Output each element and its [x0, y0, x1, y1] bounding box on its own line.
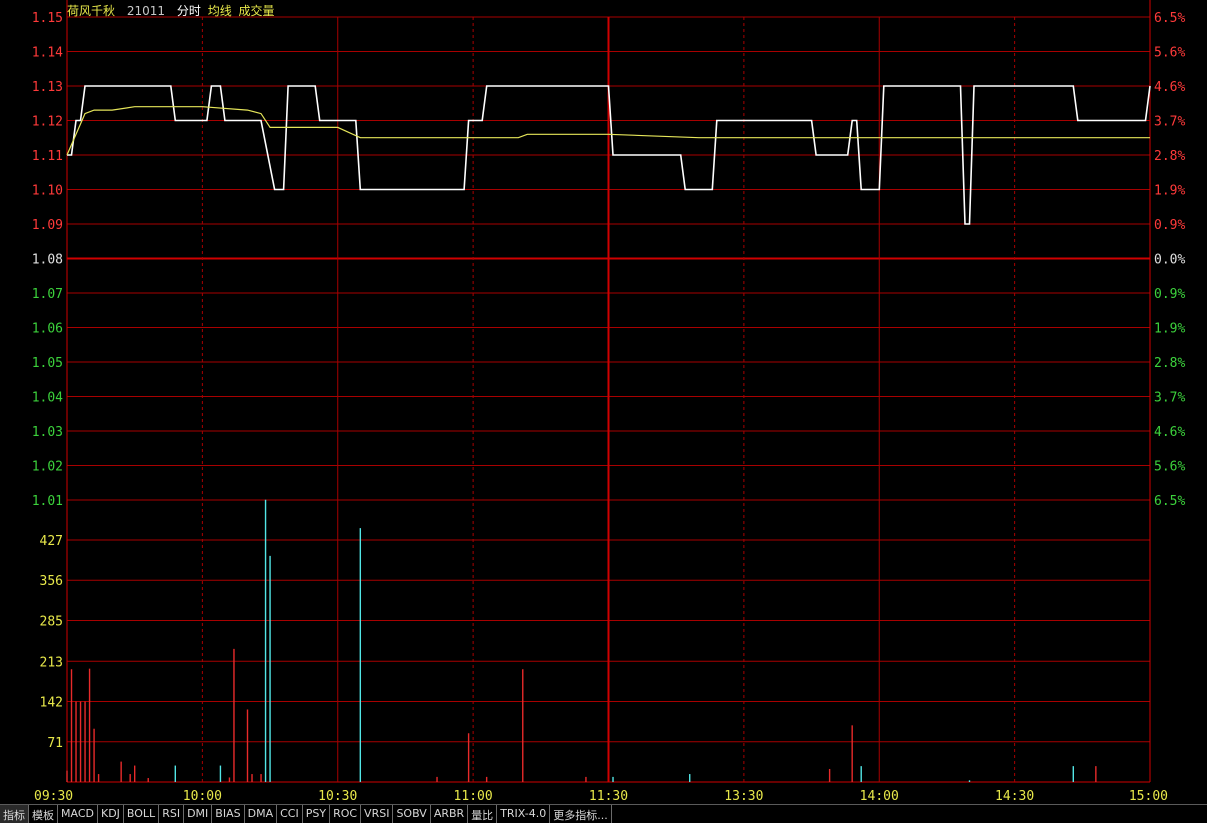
price-tick-label: 1.10 — [32, 184, 63, 199]
indicator-tab[interactable]: 更多指标... — [550, 805, 612, 823]
price-tick-label: 1.07 — [32, 287, 63, 302]
volume-tick-label: 285 — [40, 614, 63, 629]
percent-tick-label: 2.8% — [1154, 149, 1185, 164]
volume-axis: 427 356 285 213 142 71 — [40, 534, 63, 751]
indicator-tab[interactable]: RSI — [159, 805, 185, 823]
price-tick-label: 1.13 — [32, 80, 63, 95]
indicator-tab[interactable]: TRIX-4.0 — [497, 805, 551, 823]
percent-tick-label: 4.6% — [1154, 425, 1185, 440]
time-tick-label: 14:30 — [995, 789, 1034, 804]
indicator-tab[interactable]: VRSI — [361, 805, 394, 823]
indicator-tab-bar: 指标 模板 MACD KDJ BOLL RSI DMI BIAS DMA CCI PSY ROC VRS… — [0, 804, 1207, 823]
price-tick-label: 1.08 — [32, 253, 63, 268]
indicator-tab[interactable]: CCI — [277, 805, 303, 823]
percent-tick-label: 6.5% — [1154, 494, 1185, 509]
stock-code: 21011 — [126, 4, 166, 18]
indicator-tab[interactable]: ARBR — [431, 805, 469, 823]
volume-tick-label: 213 — [40, 655, 63, 670]
time-tick-label: 10:30 — [318, 789, 357, 804]
time-tick-label: 10:00 — [183, 789, 222, 804]
price-tick-label: 1.11 — [32, 149, 63, 164]
chart-title: 荷风千秋 21011 分时 均线 成交量 — [67, 2, 283, 19]
percent-tick-label: 6.5% — [1154, 11, 1185, 26]
time-tick-label: 09:30 — [34, 789, 73, 804]
price-tick-label: 1.06 — [32, 322, 63, 337]
indicator-tab[interactable]: 指标 — [0, 805, 29, 823]
time-tick-label: 15:00 — [1129, 789, 1168, 804]
indicator-tab[interactable]: KDJ — [98, 805, 124, 823]
time-tick-label: 13:30 — [724, 789, 763, 804]
time-tick-label: 11:30 — [589, 789, 628, 804]
stock-name: 荷风千秋 — [67, 4, 116, 18]
left-price-axis: 1.15 1.14 1.13 1.12 1.11 1.10 1.09 1.08 1.07 1.06… — [32, 11, 63, 509]
time-tick-label: 14:00 — [860, 789, 899, 804]
percent-tick-label: 3.7% — [1154, 115, 1185, 130]
percent-tick-label: 5.6% — [1154, 46, 1185, 61]
indicator-tab[interactable]: 量比 — [468, 805, 498, 823]
price-tick-label: 1.03 — [32, 425, 63, 440]
price-tick-label: 1.12 — [32, 115, 63, 130]
right-percent-axis: 6.5% 5.6% 4.6% 3.7% 2.8% 1.9% 0.9% 0.0% 0.9% 1.9%… — [1154, 11, 1185, 509]
label-time: 分时 — [176, 4, 201, 18]
percent-tick-label: 0.9% — [1154, 218, 1185, 233]
label-volume: 成交量 — [238, 4, 275, 18]
percent-tick-label: 0.0% — [1154, 253, 1185, 268]
time-axis: 09:30 10:00 10:30 11:00 11:30 13:30 14:00 14:30… — [34, 789, 1168, 804]
indicator-tab[interactable]: ROC — [330, 805, 362, 823]
indicator-tab[interactable]: PSY — [303, 805, 331, 823]
percent-tick-label: 5.6% — [1154, 460, 1185, 475]
percent-tick-label: 1.9% — [1154, 322, 1185, 337]
volume-tick-label: 71 — [47, 736, 63, 751]
indicator-tab[interactable]: BOLL — [124, 805, 160, 823]
indicator-tab[interactable]: DMI — [184, 805, 213, 823]
intraday-chart[interactable]: 1.15 1.14 1.13 1.12 1.11 1.10 1.09 1.08 1.07 1.06… — [0, 0, 1207, 804]
label-avg: 均线 — [207, 4, 232, 18]
indicator-tab[interactable]: BIAS — [212, 805, 245, 823]
price-tick-label: 1.05 — [32, 356, 63, 371]
grid-lines — [66, 0, 1151, 783]
price-tick-label: 1.01 — [32, 494, 63, 509]
indicator-tab[interactable]: MACD — [58, 805, 98, 823]
volume-tick-label: 356 — [40, 574, 63, 589]
percent-tick-label: 4.6% — [1154, 80, 1185, 95]
percent-tick-label: 1.9% — [1154, 184, 1185, 199]
indicator-tab[interactable]: DMA — [245, 805, 278, 823]
volume-tick-label: 427 — [40, 534, 63, 549]
percent-tick-label: 2.8% — [1154, 356, 1185, 371]
percent-tick-label: 3.7% — [1154, 391, 1185, 406]
price-tick-label: 1.04 — [32, 391, 63, 406]
price-tick-label: 1.15 — [32, 11, 63, 26]
volume-bars — [66, 499, 1097, 782]
indicator-tab[interactable]: SOBV — [393, 805, 431, 823]
volume-tick-label: 142 — [40, 696, 63, 711]
percent-tick-label: 0.9% — [1154, 287, 1185, 302]
price-tick-label: 1.09 — [32, 218, 63, 233]
time-tick-label: 11:00 — [454, 789, 493, 804]
indicator-tab[interactable]: 模板 — [29, 805, 58, 823]
price-tick-label: 1.02 — [32, 460, 63, 475]
price-tick-label: 1.14 — [32, 46, 63, 61]
